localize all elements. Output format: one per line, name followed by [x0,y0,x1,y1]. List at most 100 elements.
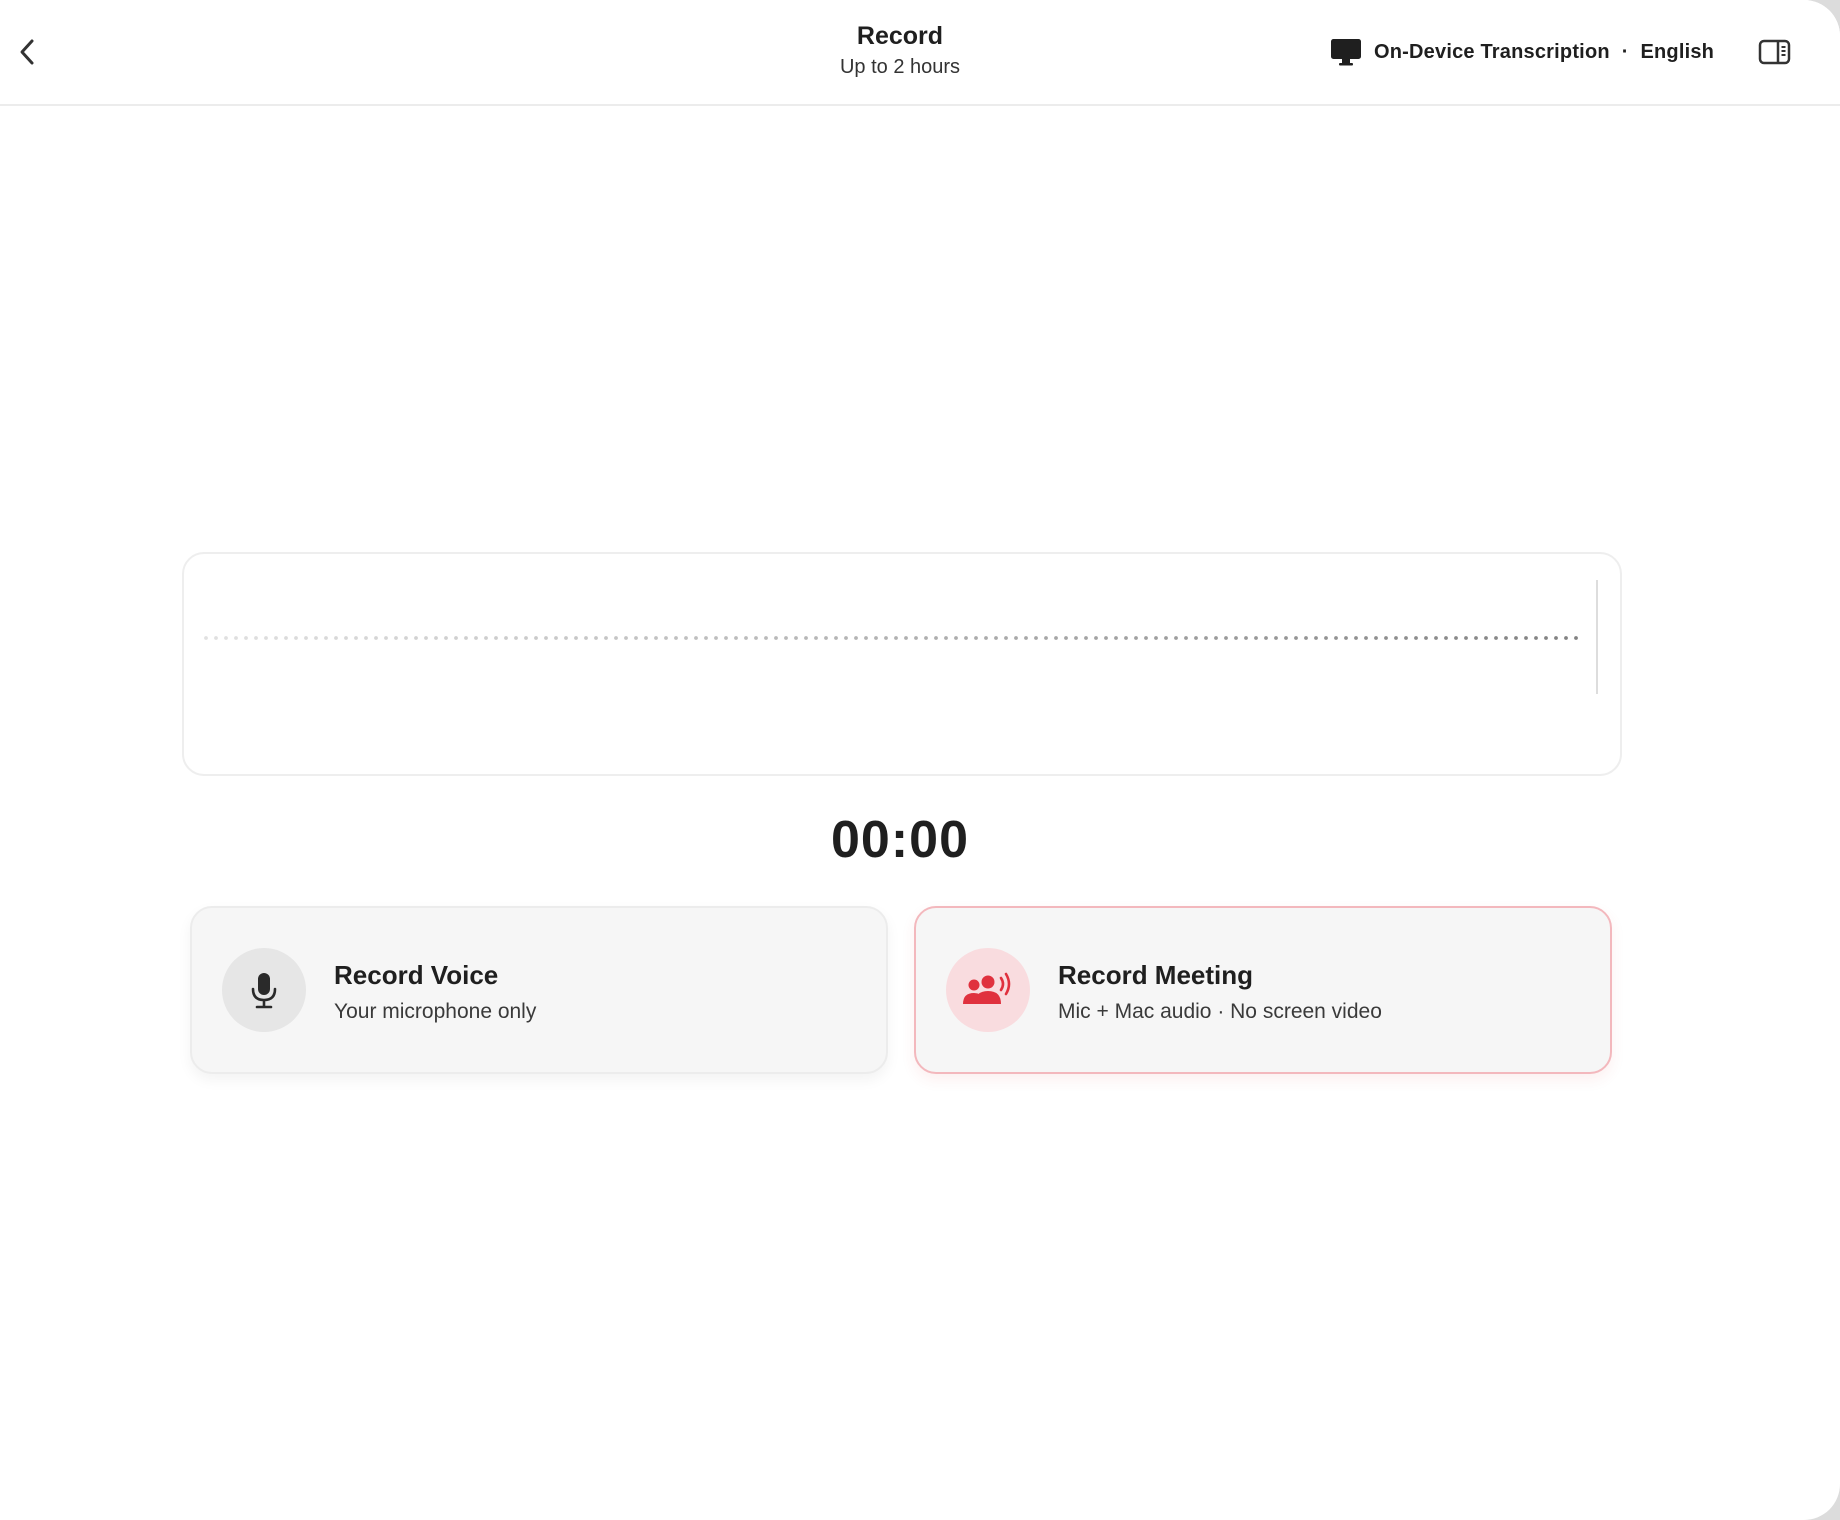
waveform-dot [1484,636,1488,640]
sidebar-toggle-button[interactable] [1758,38,1792,66]
waveform-dot [254,636,258,640]
waveform-dot [1334,636,1338,640]
waveform-dot [1014,636,1018,640]
waveform-dot [814,636,818,640]
waveform-dot [964,636,968,640]
record-meeting-button[interactable]: Record Meeting Mic + Mac audio · No scre… [914,906,1612,1074]
waveform-dot [1454,636,1458,640]
waveform-dot [844,636,848,640]
waveform-dot [1224,636,1228,640]
record-voice-subtitle: Your microphone only [334,1000,537,1023]
waveform-dot [364,636,368,640]
title-block: Record Up to 2 hours [720,20,1080,82]
waveform-dot [1274,636,1278,640]
waveform-dot [984,636,988,640]
back-button[interactable] [10,34,46,70]
monitor-icon [1331,39,1361,66]
waveform-dot [1324,636,1328,640]
transcription-separator: · [1621,40,1629,63]
waveform-dot [1114,636,1118,640]
waveform-dot [534,636,538,640]
waveform-dot [654,636,658,640]
waveform-dot [1094,636,1098,640]
waveform-dot [514,636,518,640]
record-voice-button[interactable]: Record Voice Your microphone only [190,906,888,1074]
waveform-dot [1414,636,1418,640]
waveform-dot [464,636,468,640]
waveform-dot [1044,636,1048,640]
waveform-dot [804,636,808,640]
waveform-dot [624,636,628,640]
waveform-dot [374,636,378,640]
waveform-display [204,580,1598,694]
waveform-dot [974,636,978,640]
waveform-dot [1424,636,1428,640]
record-meeting-subtitle: Mic + Mac audio · No screen video [1058,1000,1382,1023]
waveform-dot [1214,636,1218,640]
waveform-dot [1154,636,1158,640]
waveform-panel [182,552,1622,776]
waveform-dot [604,636,608,640]
waveform-dot [904,636,908,640]
record-voice-icon-circle [222,948,306,1032]
waveform-dot [1384,636,1388,640]
waveform-dot [1244,636,1248,640]
waveform-dot [1134,636,1138,640]
waveform-dot [234,636,238,640]
waveform-dot [1204,636,1208,640]
waveform-dot [1054,636,1058,640]
waveform-dot [754,636,758,640]
waveform-dot [444,636,448,640]
waveform-dot [1124,636,1128,640]
waveform-dot [1374,636,1378,640]
waveform-dot [314,636,318,640]
waveform-dot [644,636,648,640]
waveform-dot [1564,636,1568,640]
waveform-dot [484,636,488,640]
waveform-dot [884,636,888,640]
page-subtitle: Up to 2 hours [839,56,961,78]
waveform-dot [284,636,288,640]
waveform-dot [774,636,778,640]
waveform-dot [1434,636,1438,640]
waveform-dot [744,636,748,640]
waveform-dot [1144,636,1148,640]
waveform-dot [304,636,308,640]
waveform-dot [1304,636,1308,640]
waveform-dot [394,636,398,640]
waveform-dot [1354,636,1358,640]
waveform-dot [264,636,268,640]
waveform-dot [424,636,428,640]
record-window: Record Up to 2 hours On-Device Transcrip… [0,0,1840,1520]
waveform-dot [1544,636,1548,640]
waveform-dot [1524,636,1528,640]
waveform-dot [1284,636,1288,640]
waveform-dot [894,636,898,640]
waveform-dot [414,636,418,640]
waveform-dot [1174,636,1178,640]
waveform-dot [1344,636,1348,640]
waveform-dot [664,636,668,640]
page-title: Record [856,22,944,50]
waveform-dot [384,636,388,640]
waveform-dot [824,636,828,640]
waveform-dot [714,636,718,640]
waveform-dot [944,636,948,640]
transcription-selector[interactable]: On-Device Transcription · English [1330,36,1714,68]
waveform-dot [594,636,598,640]
waveform-dot [734,636,738,640]
waveform-dot [324,636,328,640]
waveform-dot [764,636,768,640]
waveform-dot [434,636,438,640]
waveform-dot [404,636,408,640]
waveform-dot [834,636,838,640]
transcription-language: English [1640,40,1715,63]
waveform-dot [1394,636,1398,640]
waveform-dot [794,636,798,640]
waveform-dot [1314,636,1318,640]
waveform-dot [954,636,958,640]
waveform-dot [1554,636,1558,640]
waveform-dot [1184,636,1188,640]
transcription-mode: On-Device Transcription [1374,40,1610,63]
waveform-dot [864,636,868,640]
